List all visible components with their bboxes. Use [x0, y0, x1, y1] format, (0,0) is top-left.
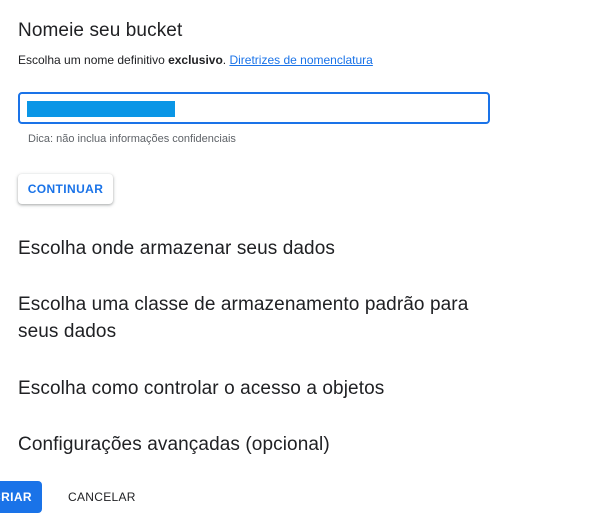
section-title-name-bucket: Nomeie seu bucket — [18, 20, 183, 41]
section-title-location[interactable]: Escolha onde armazenar seus dados — [18, 235, 335, 262]
section-title-advanced-settings[interactable]: Configurações avançadas (opcional) — [18, 431, 330, 458]
create-button[interactable]: CRIAR — [0, 481, 42, 513]
cancel-button[interactable]: CANCELAR — [60, 481, 144, 513]
section-title-storage-class[interactable]: Escolha uma classe de armazenamento padr… — [18, 291, 508, 345]
continue-button[interactable]: CONTINUAR — [18, 174, 113, 204]
name-bucket-description: Escolha um nome definitivo exclusivo. Di… — [18, 51, 373, 69]
section-title-access-control[interactable]: Escolha como controlar o acesso a objeto… — [18, 375, 384, 402]
bucket-name-field[interactable] — [18, 92, 490, 124]
bucket-name-hint: Dica: não inclua informações confidencia… — [28, 133, 236, 145]
create-bucket-page: Nomeie seu bucket Escolha um nome defini… — [0, 0, 604, 528]
description-bold: exclusivo — [168, 53, 223, 67]
description-prefix: Escolha um nome definitivo — [18, 53, 169, 67]
bucket-name-input[interactable] — [28, 98, 468, 118]
naming-guidelines-link[interactable]: Diretrizes de nomenclatura — [229, 53, 372, 67]
